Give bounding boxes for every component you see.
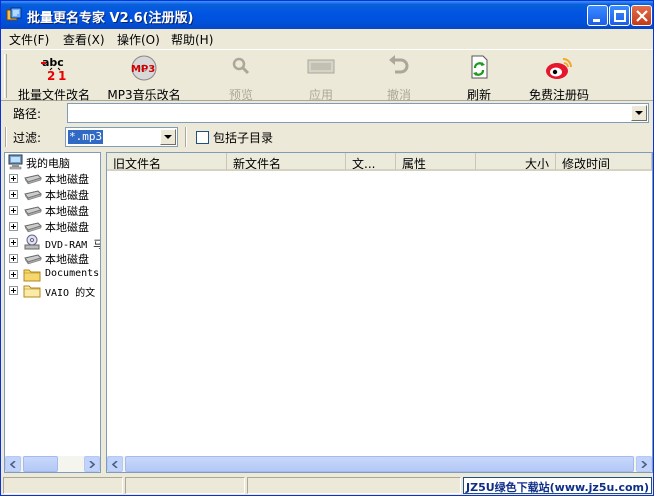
tree-item-label: 本地磁盘 [45,221,89,234]
menu-view[interactable]: 查看(X) [63,31,105,48]
apply-button[interactable]: 应用 [291,52,351,102]
arrow-right-icon [89,461,95,468]
maximize-button[interactable] [609,5,630,26]
expand-icon[interactable] [9,286,18,295]
scroll-thumb[interactable] [125,456,634,472]
batch-rename-button[interactable]: abc 2 1 批量文件改名 [11,52,97,102]
menu-bar: 文件(F) 查看(X) 操作(O) 帮助(H) [1,29,653,48]
list-horizontal-scrollbar[interactable] [107,456,652,472]
expand-icon[interactable] [9,254,18,263]
file-list[interactable]: 旧文件名 新文件名 文... 属性 大小 修改时间 [106,152,653,473]
batch-rename-icon: abc 2 1 [41,56,66,82]
status-cell [3,477,123,494]
refresh-button[interactable]: 刷新 [449,52,509,102]
folder-tree[interactable]: 我的电脑 本地磁盘 本地磁盘 本地磁盘 本地磁盘 DVD-RAM 马 本地磁盘 … [4,152,101,473]
apply-icon [307,59,335,74]
folder-icon [23,285,41,298]
filter-label: 过滤: [13,131,42,145]
minimize-icon [593,19,600,22]
tree-item-label: VAIO 的文 [45,288,96,299]
menu-help[interactable]: 帮助(H) [171,31,213,48]
path-dropdown-button[interactable] [631,105,647,121]
drive-icon [24,190,42,201]
tree-horizontal-scrollbar[interactable] [5,456,100,472]
scroll-left-button[interactable] [5,456,21,472]
path-row: 路径: [1,101,653,125]
scroll-thumb[interactable] [23,456,58,472]
row-grip [5,127,7,147]
scroll-right-button[interactable] [84,456,100,472]
arrow-left-icon [112,461,118,468]
folder-icon [23,269,41,282]
arrow-right-icon [641,461,647,468]
undo-icon [389,55,409,74]
separator [185,127,187,147]
tree-item-label: Documents [45,268,100,279]
tree-item-label: 本地磁盘 [45,253,89,266]
refresh-icon [471,55,488,79]
column-old-name[interactable]: 旧文件名 [107,153,227,171]
weibo-icon [546,58,572,79]
column-new-name[interactable]: 新文件名 [227,153,346,171]
chevron-down-icon [164,135,172,139]
watermark-banner: JZ5U绿色下载站(www.jz5u.com) [463,477,652,494]
close-button[interactable] [631,5,652,26]
drive-icon [24,206,42,217]
maximize-icon [614,10,626,22]
svg-text:2: 2 [47,69,55,82]
tree-item-label: DVD-RAM 马 [45,240,101,251]
expand-icon[interactable] [9,222,18,231]
drive-icon [24,222,42,233]
menu-file[interactable]: 文件(F) [9,31,49,48]
expand-icon[interactable] [9,270,18,279]
chevron-down-icon [635,111,643,115]
column-size[interactable]: 大小 [476,153,556,171]
computer-icon [8,154,23,170]
include-subdirs-label[interactable]: 包括子目录 [213,129,273,146]
minimize-button[interactable] [587,5,608,26]
main-window: 批量更名专家 V2.6(注册版) 文件(F) 查看(X) 操作(O) 帮助(H)… [0,0,654,496]
column-modified[interactable]: 修改时间 [556,153,652,171]
path-combobox[interactable] [67,103,649,123]
status-cell [247,477,461,494]
window-title: 批量更名专家 V2.6(注册版) [27,11,194,26]
close-icon [636,10,648,22]
drive-icon [24,174,42,185]
title-bar: 批量更名专家 V2.6(注册版) [1,1,653,29]
expand-icon[interactable] [9,190,18,199]
filter-dropdown-button[interactable] [160,129,176,145]
column-attributes[interactable]: 属性 [396,153,476,171]
menu-action[interactable]: 操作(O) [117,31,160,48]
preview-button[interactable]: 预览 [211,52,271,102]
toolbar-grip[interactable] [4,54,7,98]
column-folder[interactable]: 文... [346,153,396,171]
mp3-disc-icon: MP3 [131,55,157,81]
status-cell [125,477,245,494]
drive-icon [24,254,42,265]
svg-text:1: 1 [58,69,66,82]
filter-row: 过滤: *.mp3 包括子目录 [1,125,653,149]
scroll-left-button[interactable] [107,456,123,472]
arrow-left-icon [10,461,16,468]
svg-text:MP3: MP3 [131,64,155,75]
expand-icon[interactable] [9,238,18,247]
expand-icon[interactable] [9,206,18,215]
path-label: 路径: [13,107,42,121]
mp3-rename-button[interactable]: MP3 MP3音乐改名 [103,52,185,102]
app-icon [6,7,22,21]
tree-item-label: 本地磁盘 [45,189,89,202]
filter-value: *.mp3 [68,130,104,144]
magnifier-icon [232,57,250,75]
tree-item-label: 本地磁盘 [45,173,89,186]
toolbar: abc 2 1 批量文件改名 MP3 MP3音乐改名 预览 应用 撤消 刷新 免… [1,49,653,102]
tree-root-label: 我的电脑 [26,157,70,170]
expand-icon[interactable] [9,174,18,183]
filter-combobox[interactable]: *.mp3 [65,127,178,147]
tree-item-label: 本地磁盘 [45,205,89,218]
dvd-drive-icon [24,234,40,250]
include-subdirs-checkbox[interactable] [196,131,209,144]
register-button[interactable]: 免费注册码 [521,52,597,102]
undo-button[interactable]: 撤消 [369,52,429,102]
scroll-right-button[interactable] [636,456,652,472]
